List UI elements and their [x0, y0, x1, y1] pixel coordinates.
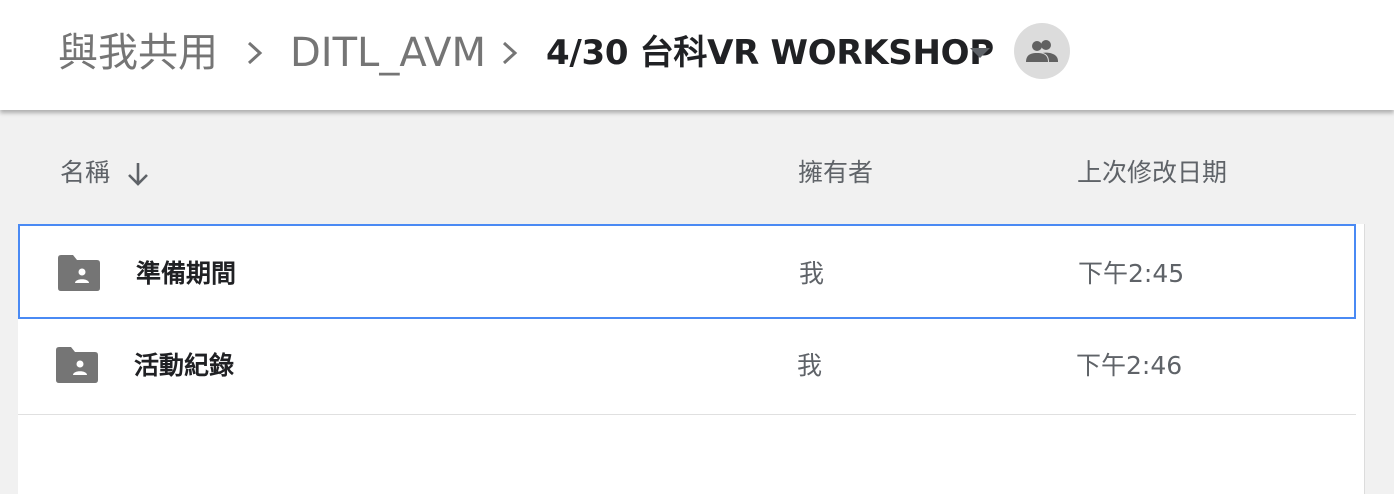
file-owner: 我 [797, 351, 823, 380]
column-header-name[interactable]: 名稱 [60, 155, 110, 191]
file-owner: 我 [799, 259, 825, 288]
file-last-modified: 下午2:46 [1076, 351, 1183, 380]
shared-folder-badge[interactable] [1014, 23, 1070, 79]
file-row[interactable]: 活動紀錄 我 下午2:46 [18, 320, 1356, 415]
shared-folder-icon [58, 255, 100, 291]
file-last-modified: 下午2:45 [1078, 259, 1185, 288]
column-header-last-modified[interactable]: 上次修改日期 [1077, 155, 1227, 191]
file-name[interactable]: 準備期間 [136, 256, 236, 292]
column-header-owner[interactable]: 擁有者 [798, 155, 873, 191]
arrow-down-icon[interactable] [124, 160, 152, 188]
caret-down-icon[interactable] [969, 47, 991, 59]
breadcrumb-parent-folder[interactable]: DITL_AVM [290, 28, 486, 78]
chevron-right-icon [502, 41, 518, 65]
file-list: 準備期間 我 下午2:45 活動紀錄 我 下午2:46 [18, 224, 1365, 494]
breadcrumb-current-folder[interactable]: 4/30 台科VR WORKSHOP [546, 30, 994, 76]
top-bar: 與我共用 DITL_AVM 4/30 台科VR WORKSHOP [0, 0, 1394, 110]
chevron-right-icon [247, 41, 263, 65]
breadcrumb-shared-with-me[interactable]: 與我共用 [58, 28, 218, 78]
file-name[interactable]: 活動紀錄 [134, 348, 234, 384]
people-icon [1026, 40, 1058, 62]
file-row-selected[interactable]: 準備期間 我 下午2:45 [18, 224, 1356, 319]
shared-folder-icon [56, 347, 98, 383]
